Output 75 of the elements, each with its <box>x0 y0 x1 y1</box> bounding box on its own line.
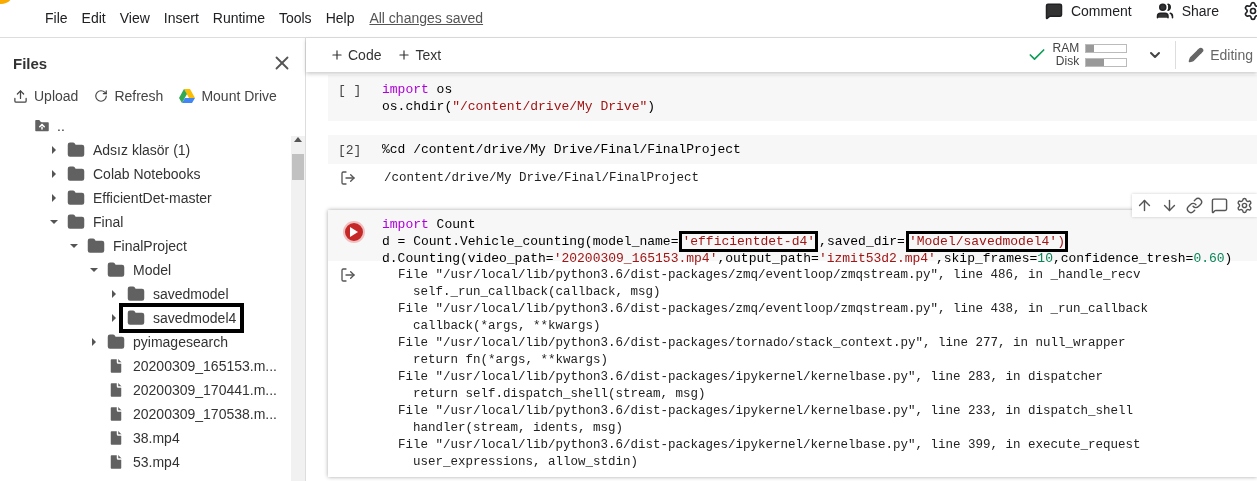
folder-icon <box>127 309 145 327</box>
scroll-up-icon <box>294 136 302 142</box>
folder-icon <box>87 237 105 255</box>
toolbar-button[interactable]: Upload <box>13 88 79 104</box>
add-cell-button[interactable]: Text <box>389 47 450 63</box>
comment-icon <box>1211 197 1228 214</box>
output-line: handler(stream, idents, msg) <box>412 420 625 437</box>
save-status-link[interactable]: All changes saved <box>369 10 484 26</box>
output-line: user_expressions, allow_stdin) <box>412 454 640 471</box>
move-down-icon <box>1161 197 1178 214</box>
scrollbar-thumb[interactable] <box>292 154 304 180</box>
drive-icon <box>179 89 196 103</box>
toolbar-button[interactable]: Refresh <box>94 88 164 104</box>
header-button[interactable]: Comment <box>1044 2 1132 20</box>
folder-icon <box>67 189 85 207</box>
panel-title: Files <box>13 54 48 72</box>
people-icon <box>1155 2 1174 20</box>
meter-label: Disk <box>1055 55 1080 68</box>
execution-count: [2] <box>337 142 363 158</box>
add-cell-button[interactable]: Code <box>322 47 390 63</box>
menu-item[interactable]: Runtime <box>205 10 272 26</box>
parent-folder-item[interactable]: .. <box>33 117 65 135</box>
menu-item[interactable]: File <box>38 10 75 26</box>
file-icon <box>107 357 125 375</box>
folder-icon <box>67 213 85 231</box>
header-button[interactable]: Share <box>1155 2 1219 20</box>
file-icon <box>107 453 125 471</box>
toolbar-button[interactable]: Mount Drive <box>179 88 277 104</box>
move-up-icon <box>1136 197 1153 214</box>
output-icon <box>340 267 356 283</box>
menu-item[interactable]: Help <box>318 10 362 26</box>
ram-meter <box>1085 43 1128 53</box>
menu-item[interactable]: Tools <box>271 10 319 26</box>
settings-icon <box>1236 197 1253 214</box>
upload-icon <box>13 88 28 104</box>
menu-item[interactable]: View <box>112 10 157 26</box>
file-icon <box>107 405 125 423</box>
file-icon <box>107 381 125 399</box>
folder-icon <box>107 333 125 351</box>
output-line: return self.dispatch_shell(stream, msg) <box>412 386 707 403</box>
output-line: self._run_callback(callback, msg) <box>412 284 662 301</box>
run-button[interactable] <box>343 221 365 243</box>
pencil-icon <box>1188 47 1205 63</box>
meter-label: RAM <box>1052 42 1080 55</box>
editing-button[interactable]: Editing <box>1188 47 1253 63</box>
folder-icon <box>67 165 85 183</box>
output-line: File "/usr/local/lib/python3.6/dist-packages/ipykernel/kernelbase.py", line 399, in execute_request <box>398 437 1142 454</box>
menu-item[interactable]: Insert <box>156 10 206 26</box>
output-line: return fn(*args, **kwargs) <box>412 352 610 369</box>
output-line: File "/usr/local/lib/python3.6/dist-packages/zmq/eventloop/zmqstream.py", line 438, in _run_callback <box>398 301 1149 318</box>
folder-icon <box>67 141 85 159</box>
play-icon <box>350 227 358 237</box>
plus-icon <box>330 48 344 62</box>
file-tree-item[interactable]: savedmodel4 <box>119 303 245 333</box>
refresh-icon <box>94 89 109 103</box>
execution-count: [ ] <box>337 82 363 100</box>
menu-item[interactable]: Edit <box>74 10 113 26</box>
code-editor[interactable]: %cd /content/drive/My Drive/Final/FinalProject <box>382 141 741 158</box>
output-line: File "/usr/local/lib/python3.6/dist-packages/zmq/eventloop/zmqstream.py", line 486, in _handle_recv <box>398 267 1142 284</box>
link-icon <box>1186 197 1203 214</box>
settings-icon[interactable] <box>1243 1 1257 21</box>
folder-icon <box>127 285 145 303</box>
output-line: File "/usr/local/lib/python3.6/dist-packages/tornado/stack_context.py", line 277, in null_wrapper <box>398 335 1127 352</box>
output-line: File "/usr/local/lib/python3.6/dist-packages/ipykernel/kernelbase.py", line 233, in dispatch_shell <box>398 403 1135 420</box>
folder-up-icon <box>33 117 51 135</box>
file-icon <box>107 429 125 447</box>
plus-icon <box>397 48 412 62</box>
disk-meter <box>1085 57 1128 67</box>
code-editor[interactable]: import os os.chdir("/content/drive/My Drive") <box>382 81 656 115</box>
output-line: callback(*args, **kwargs) <box>412 318 602 335</box>
comment-icon <box>1044 2 1063 20</box>
folder-icon <box>107 261 125 279</box>
output-line: File "/usr/local/lib/python3.6/dist-packages/ipykernel/kernelbase.py", line 283, in dispatcher <box>398 369 1105 386</box>
output-icon <box>340 170 356 186</box>
output-line: /content/drive/My Drive/Final/FinalProject <box>384 170 700 187</box>
